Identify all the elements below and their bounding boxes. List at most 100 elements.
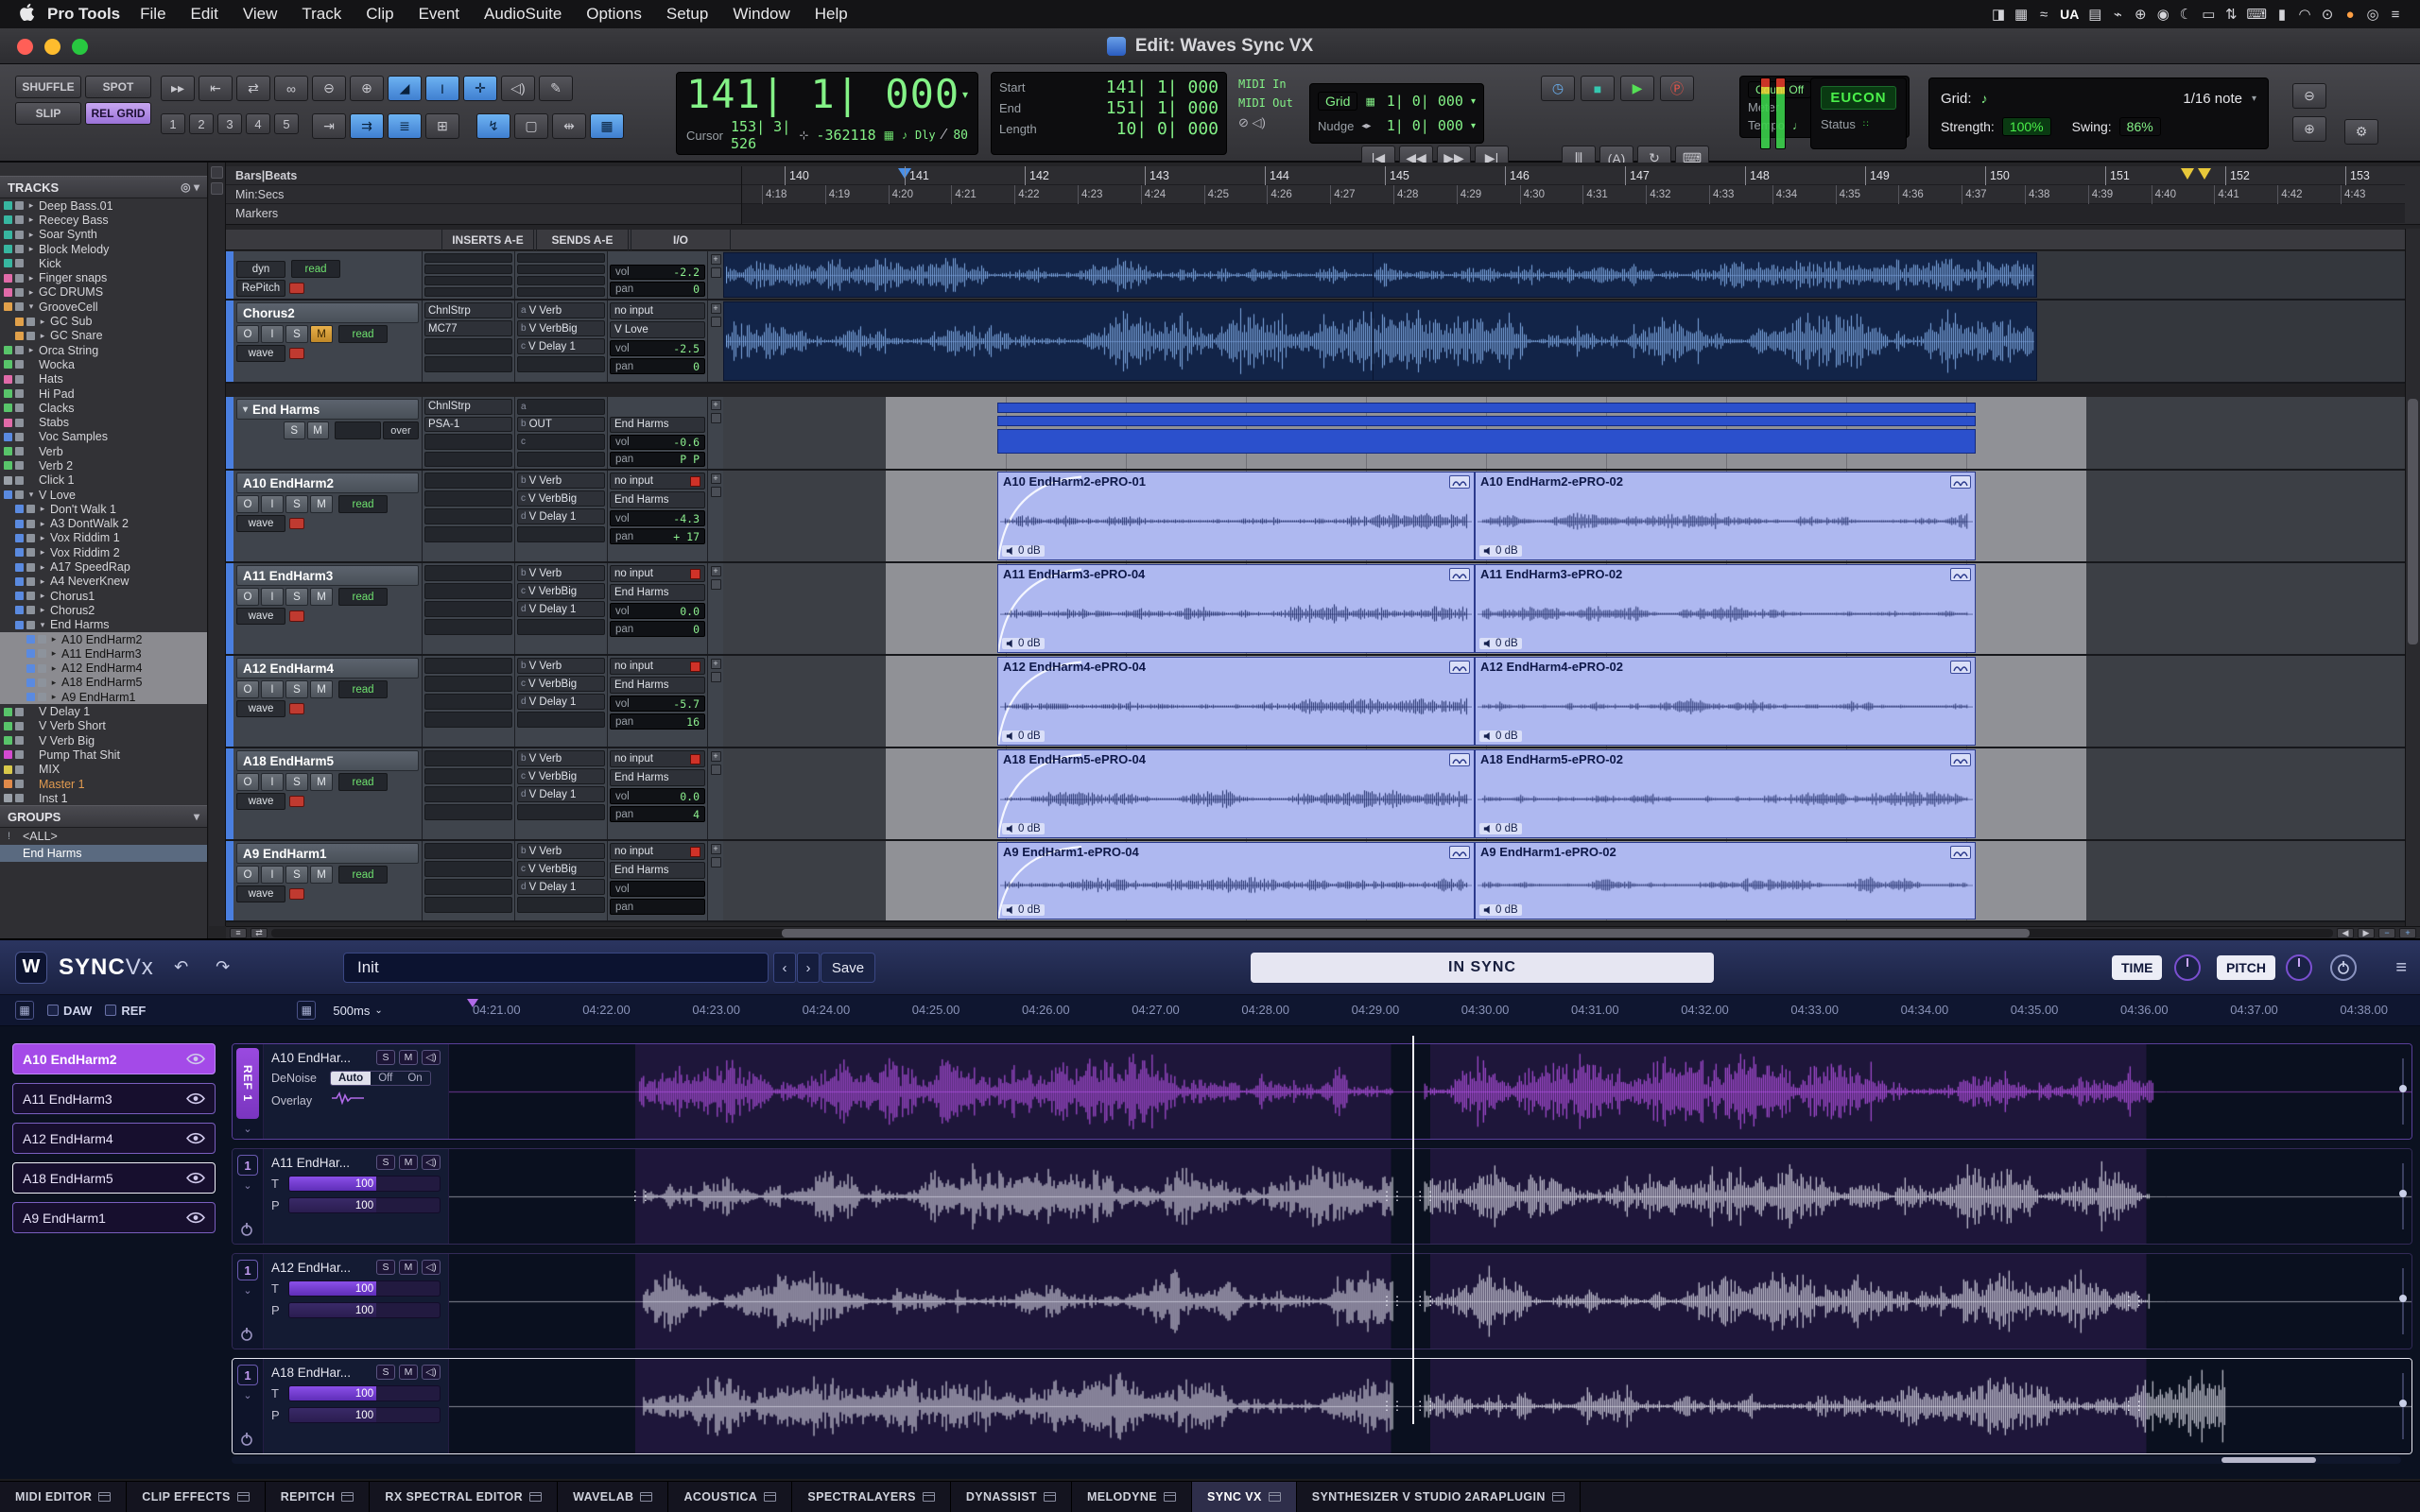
- automation-mode-button[interactable]: read: [291, 260, 340, 278]
- pitch-slider[interactable]: 100: [288, 1302, 441, 1318]
- output-selector[interactable]: End Harms: [610, 769, 705, 786]
- insert-send-slot[interactable]: [517, 276, 605, 285]
- sidebar-track-item[interactable]: ▸ Click 1: [0, 473, 207, 488]
- wifi-icon[interactable]: ◠: [2293, 6, 2316, 23]
- scrub-tool-button[interactable]: ◁): [501, 76, 535, 101]
- mute-button[interactable]: M: [310, 588, 333, 606]
- grabber-tool-button[interactable]: ✛: [463, 76, 497, 101]
- track-view-selector[interactable]: wave: [236, 515, 285, 532]
- strength-value[interactable]: 100%: [2002, 117, 2051, 136]
- folder-arrow-icon[interactable]: ▸: [38, 317, 47, 327]
- sidebar-track-item[interactable]: ▸ A9 EndHarm1: [0, 690, 207, 704]
- voice-indicator[interactable]: [289, 796, 304, 807]
- sidebar-track-item[interactable]: ▸ Hats: [0, 372, 207, 387]
- automation-mode-button[interactable]: read: [338, 495, 388, 513]
- eucon-badge[interactable]: EUCON: [1821, 86, 1896, 110]
- lane-solo-button[interactable]: S: [376, 1365, 395, 1380]
- sidebar-track-item[interactable]: ▸ Don't Walk 1: [0, 502, 207, 516]
- insert-send-slot[interactable]: [424, 452, 512, 468]
- link-edit-button[interactable]: ∞: [274, 76, 308, 101]
- sidebar-track-item[interactable]: ▸ GC Snare: [0, 329, 207, 343]
- control-center-icon[interactable]: ≡: [2384, 7, 2407, 23]
- time-slider[interactable]: 100: [288, 1385, 441, 1401]
- folder-arrow-icon[interactable]: ▸: [49, 634, 59, 644]
- mute-button[interactable]: M: [310, 495, 333, 513]
- insert-send-slot[interactable]: b V Verb: [517, 658, 605, 674]
- folder-arrow-icon[interactable]: ▸: [49, 678, 59, 688]
- zoom-in-button[interactable]: ⊕: [350, 76, 384, 101]
- audio-clip[interactable]: A10 EndHarm2-ePRO-02 0 dB: [1475, 472, 1976, 560]
- insert-send-slot[interactable]: b V VerbBig: [517, 320, 605, 336]
- lane-number[interactable]: 1: [237, 1365, 258, 1385]
- record-enable-button[interactable]: O: [236, 773, 259, 791]
- audio-clip[interactable]: A18 EndHarm5-ePRO-04 0 dB: [997, 749, 1475, 838]
- insert-send-slot[interactable]: [424, 583, 512, 599]
- input-quantize-icon[interactable]: ⊘: [1238, 115, 1249, 129]
- strip-add-button[interactable]: +: [711, 473, 721, 484]
- insert-send-slot[interactable]: ChnlStrp: [424, 302, 512, 318]
- folder-arrow-icon[interactable]: ▸: [38, 547, 47, 558]
- lane-monitor-icon[interactable]: ◁): [422, 1155, 441, 1170]
- pitch-slider[interactable]: 100: [288, 1197, 441, 1213]
- denoise-segmented-control[interactable]: AutoOffOn: [330, 1071, 431, 1086]
- folder-arrow-icon[interactable]: ▸: [38, 605, 47, 615]
- sidebar-track-item[interactable]: ▸ Vox Riddim 1: [0, 531, 207, 545]
- display-icon[interactable]: ▭: [2197, 6, 2220, 23]
- insert-send-slot[interactable]: ChnlStrp: [424, 399, 512, 415]
- clip-effects-icon[interactable]: [1449, 568, 1470, 581]
- time-knob[interactable]: [2174, 954, 2201, 981]
- insert-send-slot[interactable]: [517, 265, 605, 274]
- folder-arrow-icon[interactable]: ▸: [26, 230, 36, 240]
- clip-effects-icon[interactable]: [1449, 846, 1470, 859]
- zoom-toggle-button[interactable]: ▸▸: [161, 76, 195, 101]
- object-grabber-button[interactable]: ▢: [514, 113, 548, 139]
- zoom-grid-icon[interactable]: ▦: [297, 1001, 316, 1020]
- mode-spot-button[interactable]: SPOT: [85, 76, 151, 98]
- sidebar-track-item[interactable]: ▸ Deep Bass.01: [0, 198, 207, 213]
- insert-send-slot[interactable]: [424, 490, 512, 507]
- insert-send-slot[interactable]: [517, 712, 605, 728]
- volume-display[interactable]: vol-4.3: [610, 510, 705, 526]
- link-track-selection-button[interactable]: ≣: [388, 113, 422, 139]
- folder-arrow-icon[interactable]: ▸: [26, 287, 36, 298]
- solo-button[interactable]: S: [285, 495, 308, 513]
- lane-track-name[interactable]: A18 EndHar...: [271, 1366, 372, 1380]
- insert-send-slot[interactable]: d V Delay 1: [517, 508, 605, 524]
- zoom-preset-2[interactable]: 2: [189, 113, 214, 134]
- sidebar-track-item[interactable]: ▸ Wocka: [0, 357, 207, 371]
- track-lane[interactable]: [723, 301, 2420, 382]
- pitch-knob[interactable]: [2286, 954, 2312, 981]
- output-selector[interactable]: End Harms: [610, 677, 705, 694]
- dyn-lane-label[interactable]: dyn: [236, 261, 285, 278]
- strip-option-button[interactable]: [711, 317, 721, 327]
- zoom-horizontal-in-button[interactable]: ⊕: [2292, 116, 2326, 142]
- close-window-button[interactable]: [17, 39, 33, 55]
- clip-drag-handle[interactable]: ⋮⋮: [1380, 1189, 1401, 1204]
- folder-arrow-icon[interactable]: ▸: [49, 648, 59, 659]
- sidebar-track-item[interactable]: ▸ Block Melody: [0, 242, 207, 256]
- lane-collapse-chevron[interactable]: ⌄: [243, 1389, 251, 1401]
- menu-item[interactable]: Window: [720, 5, 802, 24]
- clip-effects-icon[interactable]: [1950, 568, 1971, 581]
- save-button[interactable]: Save: [821, 953, 875, 983]
- spotlight-icon[interactable]: ⊙: [2316, 6, 2339, 23]
- insert-send-slot[interactable]: b OUT: [517, 417, 605, 433]
- pan-display[interactable]: pan0: [610, 621, 705, 637]
- plugin-menu-icon[interactable]: ≡: [2395, 957, 2407, 979]
- visibility-eye-icon[interactable]: [186, 1172, 205, 1185]
- layout-grid-icon[interactable]: ▦: [15, 1001, 34, 1020]
- voice-indicator[interactable]: [289, 888, 304, 900]
- lane-gain-slider[interactable]: [2399, 1268, 2407, 1334]
- scroll-right-button[interactable]: ▶: [2358, 928, 2375, 938]
- audio-clip[interactable]: [723, 301, 2037, 381]
- mic-active-icon[interactable]: ●: [2339, 7, 2361, 23]
- mode-shuffle-button[interactable]: SHUFFLE: [15, 76, 81, 98]
- visibility-eye-icon[interactable]: [186, 1211, 205, 1225]
- nudge-label[interactable]: Nudge: [1318, 119, 1354, 133]
- clip-effects-icon[interactable]: [1950, 475, 1971, 489]
- lane-waveform-area[interactable]: ⋮⋮⋮⋮⋮⋮: [449, 1359, 2411, 1453]
- insert-send-slot[interactable]: d V Delay 1: [517, 786, 605, 802]
- syncvx-hscrollbar[interactable]: [232, 1456, 2401, 1464]
- strip-option-button[interactable]: [711, 857, 721, 868]
- redo-icon[interactable]: ↷: [209, 955, 237, 980]
